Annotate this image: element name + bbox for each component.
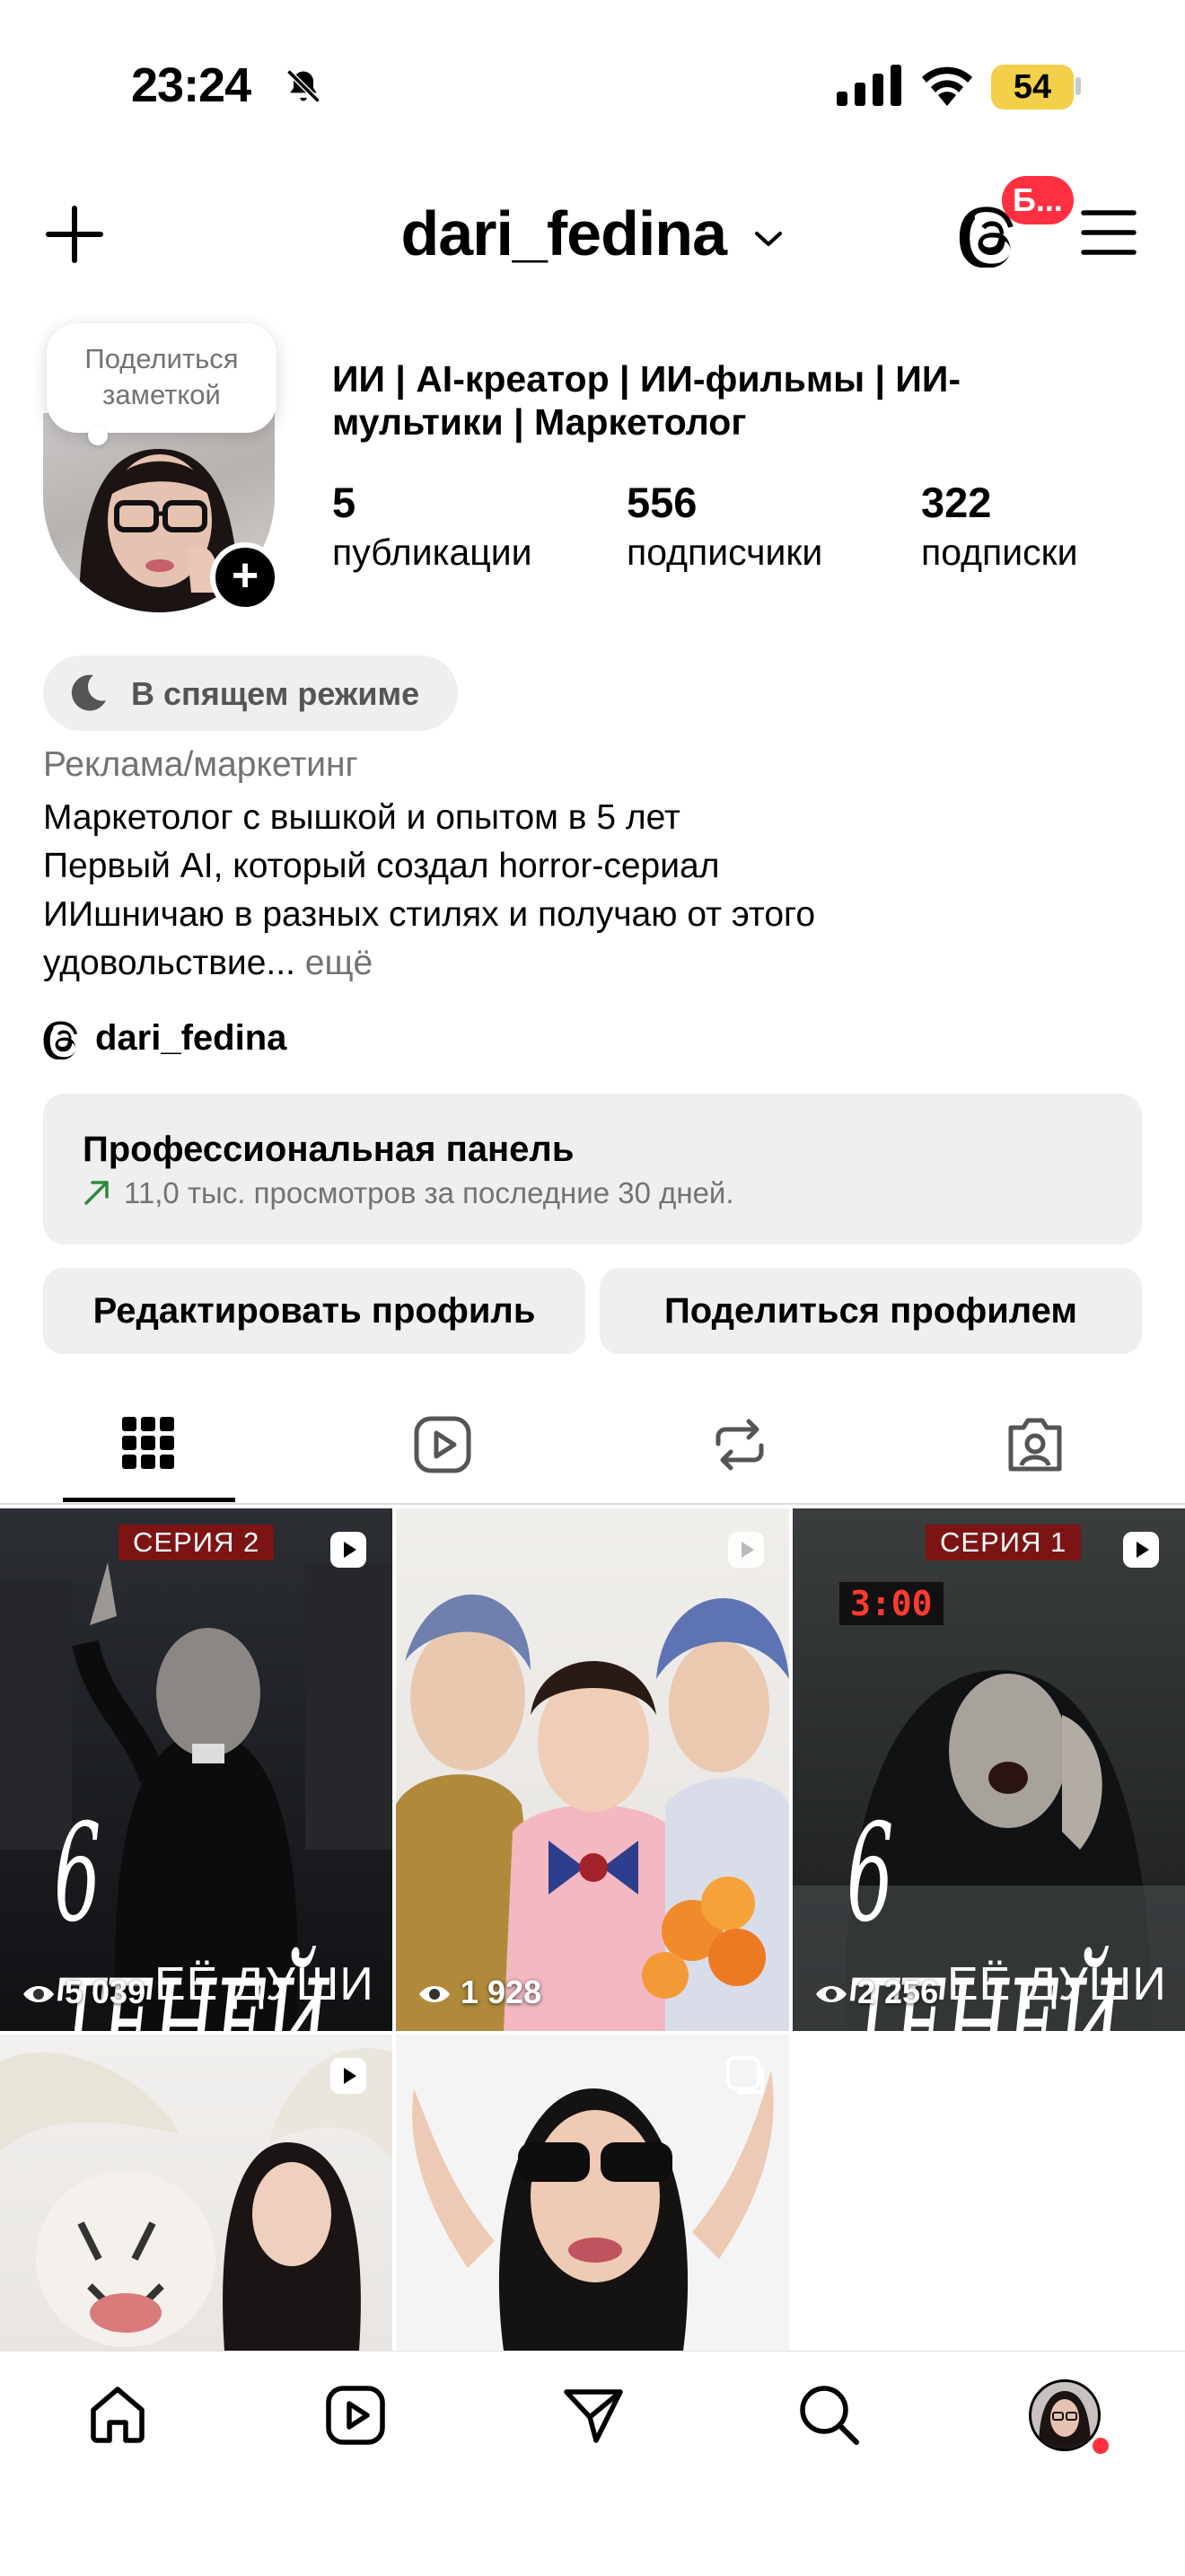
post-subtitle-text: ЕЁ ДУШИ bbox=[154, 1958, 374, 2010]
post-tile[interactable]: 1 928 bbox=[396, 1508, 789, 2031]
tabs-divider bbox=[0, 1503, 1185, 1505]
bio-more-link[interactable]: ещё bbox=[305, 944, 373, 982]
bio-line: Первый AI, который создал horror-сериал bbox=[43, 847, 720, 885]
note-bubble[interactable]: Поделиться заметкой bbox=[47, 323, 276, 433]
reel-badge-icon bbox=[330, 1532, 366, 1568]
active-tab-indicator bbox=[63, 1498, 235, 1502]
eye-icon bbox=[419, 1986, 450, 2003]
moon-icon bbox=[71, 674, 106, 711]
cellular-signal-icon bbox=[837, 65, 901, 106]
carousel-badge-icon bbox=[726, 2056, 764, 2094]
bio-line: Маркетолог с вышкой и опытом в 5 лет bbox=[43, 798, 680, 837]
episode-label: СЕРИЯ 1 bbox=[926, 1525, 1082, 1561]
reels-icon[interactable] bbox=[413, 1415, 472, 1474]
note-text-line1: Поделиться bbox=[84, 343, 239, 374]
post-tile[interactable] bbox=[396, 2035, 789, 2351]
battery-indicator: 54 bbox=[991, 65, 1074, 110]
dashboard-subtitle: 11,0 тыс. просмотров за последние 30 дне… bbox=[124, 1176, 734, 1209]
empty-grid-slot bbox=[793, 2035, 1185, 2351]
tagged-icon[interactable] bbox=[1005, 1415, 1065, 1474]
post-views-count: 5 039 bbox=[65, 1974, 146, 2010]
threads-small-icon bbox=[43, 1021, 78, 1059]
chevron-down-icon bbox=[755, 231, 783, 246]
stat-following-count[interactable]: 322 bbox=[921, 478, 991, 527]
profile-headline: ИИ | AI-креатор | ИИ-фильмы | ИИ-мультик… bbox=[332, 358, 961, 443]
reel-badge-icon bbox=[1123, 1532, 1159, 1568]
trend-up-icon bbox=[84, 1181, 109, 1205]
eye-icon bbox=[816, 1986, 847, 2003]
stat-posts-label[interactable]: публикации bbox=[332, 532, 532, 574]
edit-profile-button[interactable]: Редактировать профиль bbox=[43, 1268, 585, 1354]
eye-icon bbox=[23, 1986, 54, 2003]
stat-posts-count[interactable]: 5 bbox=[332, 478, 356, 527]
post-views: 1 928 bbox=[417, 1974, 541, 2011]
reels-nav-icon[interactable] bbox=[325, 2385, 386, 2446]
username-text: dari_fedina bbox=[400, 198, 727, 268]
profile-bio: Маркетолог с вышкой и опытом в 5 лет Пер… bbox=[43, 794, 1138, 988]
reel-badge-icon bbox=[728, 1532, 764, 1568]
post-subtitle-text: ЕЁ ДУШИ bbox=[947, 1958, 1167, 2010]
post-tile[interactable]: СЕРИЯ 1 3:00 6 ТЕНЕЙ ЕЁ ДУШИ 2 256 bbox=[793, 1508, 1185, 2031]
bio-line: удовольствие... bbox=[43, 944, 295, 982]
episode-label: СЕРИЯ 2 bbox=[118, 1525, 275, 1561]
menu-icon[interactable] bbox=[1081, 208, 1137, 257]
stat-followers-label[interactable]: подписчики bbox=[627, 532, 822, 574]
profile-category: Реклама/маркетинг bbox=[43, 745, 358, 784]
search-icon[interactable] bbox=[797, 2383, 860, 2446]
note-text-line2: заметкой bbox=[102, 379, 221, 410]
threads-profile-link[interactable]: dari_fedina bbox=[95, 1018, 286, 1059]
grid-icon[interactable] bbox=[122, 1417, 174, 1469]
wifi-icon bbox=[922, 66, 972, 106]
reposts-icon[interactable] bbox=[711, 1415, 768, 1474]
note-bubble-tail bbox=[88, 426, 108, 445]
stat-following-label[interactable]: подписки bbox=[921, 532, 1077, 574]
battery-cap bbox=[1075, 77, 1081, 95]
home-icon[interactable] bbox=[86, 2383, 149, 2446]
post-views: 2 256 bbox=[814, 1974, 938, 2011]
threads-notification-badge: Б... bbox=[1002, 176, 1074, 224]
post-tile[interactable]: СЕРИЯ 2 6 ТЕНЕЙ ЕЁ ДУШИ 5 039 bbox=[0, 1508, 392, 2031]
messages-icon[interactable] bbox=[562, 2385, 625, 2446]
post-image bbox=[396, 1594, 789, 2031]
alarm-clock-display: 3:00 bbox=[839, 1582, 944, 1625]
profile-notification-dot bbox=[1090, 2435, 1111, 2457]
post-tile[interactable] bbox=[0, 2035, 392, 2351]
status-time: 23:24 bbox=[131, 58, 251, 112]
profile-avatar-image bbox=[1039, 2391, 1091, 2449]
stat-followers-count[interactable]: 556 bbox=[627, 478, 697, 527]
add-story-button[interactable]: + bbox=[210, 542, 280, 612]
bio-line: ИИшничаю в разных стилях и получаю от эт… bbox=[43, 895, 816, 934]
post-views-count: 2 256 bbox=[857, 1974, 939, 2010]
reel-badge-icon bbox=[330, 2058, 366, 2094]
post-views: 5 039 bbox=[22, 1974, 145, 2011]
post-views-count: 1 928 bbox=[461, 1974, 542, 2010]
sleep-status-text: В спящем режиме bbox=[131, 675, 420, 712]
bell-muted-icon bbox=[286, 69, 320, 103]
profile-avatar[interactable] bbox=[1029, 2379, 1101, 2451]
dashboard-title: Профессиональная панель bbox=[83, 1130, 575, 1169]
share-profile-button[interactable]: Поделиться профилем bbox=[600, 1268, 1142, 1354]
